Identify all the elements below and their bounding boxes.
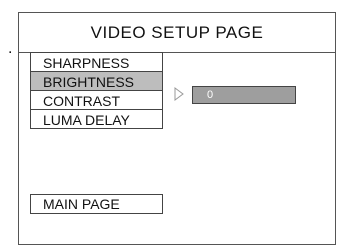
setup-menu: SHARPNESS BRIGHTNESS CONTRAST LUMA DELAY — [30, 52, 163, 129]
main-page-button[interactable]: MAIN PAGE — [30, 194, 163, 214]
menu-item-label: SHARPNESS — [43, 55, 130, 71]
menu-item-brightness[interactable]: BRIGHTNESS — [30, 71, 163, 91]
menu-item-sharpness[interactable]: SHARPNESS — [30, 52, 163, 72]
brightness-value-box[interactable]: 0 — [192, 86, 296, 104]
menu-item-label: CONTRAST — [43, 93, 120, 109]
reference-dot: . — [8, 40, 13, 57]
menu-item-contrast[interactable]: CONTRAST — [30, 90, 163, 110]
menu-item-luma-delay[interactable]: LUMA DELAY — [30, 109, 163, 129]
page-title: VIDEO SETUP PAGE — [19, 13, 335, 53]
brightness-value: 0 — [207, 89, 214, 101]
main-page-label: MAIN PAGE — [43, 196, 120, 212]
triangle-right-icon — [174, 87, 184, 101]
menu-item-label: LUMA DELAY — [43, 112, 130, 128]
menu-item-label: BRIGHTNESS — [43, 74, 135, 90]
